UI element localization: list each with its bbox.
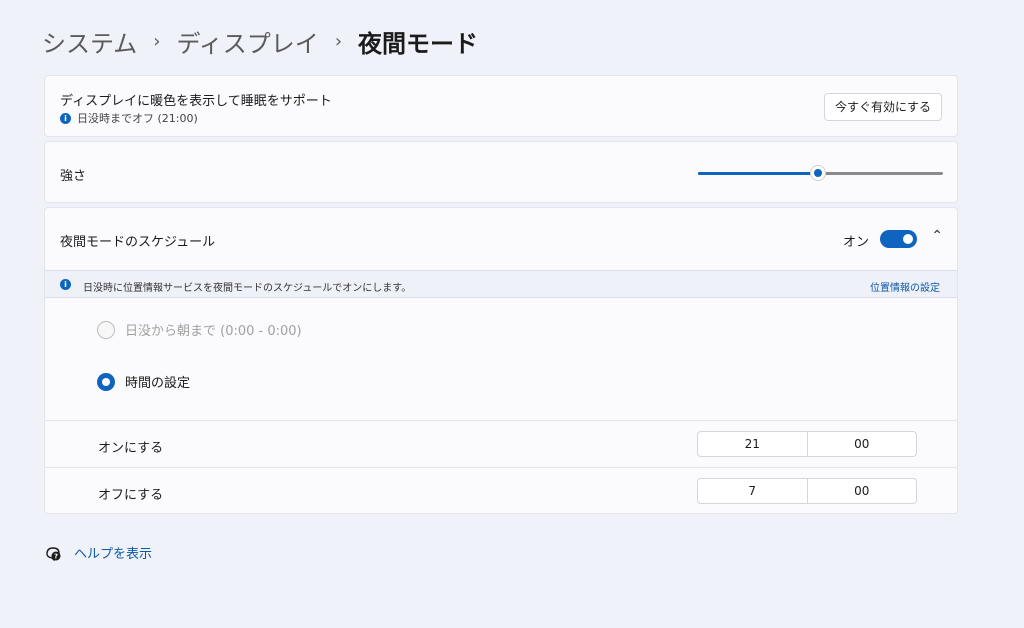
turn-on-time-picker[interactable]: 21 00 <box>697 431 917 457</box>
night-mode-status: i 日没時までオフ (21:00) <box>60 110 198 126</box>
info-icon: i <box>60 112 71 124</box>
chevron-up-icon[interactable]: ⌃ <box>931 228 943 244</box>
night-mode-status-text: 日没時までオフ (21:00) <box>77 112 198 125</box>
radio-set-hours[interactable]: 時間の設定 <box>97 372 190 391</box>
strength-slider[interactable] <box>698 165 943 181</box>
turn-off-minute[interactable]: 00 <box>806 479 917 503</box>
radio-sunset-to-sunrise[interactable]: 日没から朝まで (0:00 - 0:00) <box>97 320 302 339</box>
turn-off-time-picker[interactable]: 7 00 <box>697 478 917 504</box>
schedule-title: 夜間モードのスケジュール <box>60 235 216 250</box>
breadcrumb: システム › ディスプレイ › 夜間モード <box>42 24 478 58</box>
help-link-row[interactable]: ? ヘルプを表示 <box>44 543 152 562</box>
breadcrumb-system[interactable]: システム <box>42 24 137 59</box>
turn-off-row: オフにする 7 00 <box>45 467 957 514</box>
location-settings-link[interactable]: 位置情報の設定 <box>870 279 940 294</box>
turn-on-row: オンにする 21 00 <box>45 420 957 467</box>
radio-label: 時間の設定 <box>125 376 191 391</box>
svg-text:?: ? <box>54 552 58 560</box>
chevron-right-icon: › <box>153 30 161 52</box>
enable-now-button[interactable]: 今すぐ有効にする <box>824 93 942 121</box>
help-link[interactable]: ヘルプを表示 <box>74 543 152 562</box>
info-icon: i <box>60 279 71 290</box>
slider-thumb[interactable] <box>810 165 827 181</box>
turn-off-label: オフにする <box>98 488 164 503</box>
turn-on-hour[interactable]: 21 <box>698 432 807 456</box>
schedule-toggle[interactable] <box>880 230 917 248</box>
turn-on-label: オンにする <box>98 441 164 456</box>
help-icon: ? <box>46 546 61 561</box>
chevron-right-icon: › <box>334 30 343 52</box>
location-info-bar: i 日没時に位置情報サービスを夜間モードのスケジュールでオンにします。 位置情報… <box>45 270 957 298</box>
schedule-toggle-label: オン <box>842 235 869 250</box>
slider-fill <box>698 172 819 175</box>
location-info-text: 日没時に位置情報サービスを夜間モードのスケジュールでオンにします。 <box>83 283 412 294</box>
strength-label: 強さ <box>60 169 87 184</box>
radio-circle[interactable] <box>97 320 115 339</box>
turn-off-hour[interactable]: 7 <box>698 479 807 503</box>
radio-circle[interactable] <box>97 372 115 391</box>
schedule-card: 夜間モードのスケジュール オン ⌃ i 日没時に位置情報サービスを夜間モードのス… <box>44 207 958 514</box>
breadcrumb-display[interactable]: ディスプレイ <box>176 24 318 59</box>
strength-card: 強さ <box>44 141 958 203</box>
night-mode-card: ディスプレイに暖色を表示して睡眠をサポート i 日没時までオフ (21:00) … <box>44 75 958 137</box>
radio-label: 日没から朝まで (0:00 - 0:00) <box>125 324 302 339</box>
schedule-header[interactable]: 夜間モードのスケジュール オン ⌃ <box>45 208 957 270</box>
turn-on-minute[interactable]: 00 <box>806 432 917 456</box>
night-mode-title: ディスプレイに暖色を表示して睡眠をサポート <box>60 94 332 109</box>
page-title: 夜間モード <box>358 29 479 58</box>
